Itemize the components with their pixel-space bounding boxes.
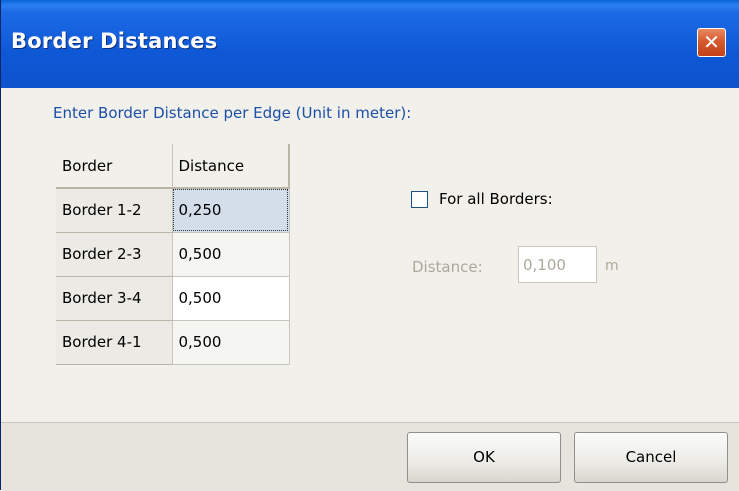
row-label-border-3-4: Border 3-4 xyxy=(56,276,173,321)
instruction-label: Enter Border Distance per Edge (Unit in … xyxy=(53,104,412,122)
row-label-border-4-1: Border 4-1 xyxy=(56,320,173,365)
table-row: Border 3-4 0,500 xyxy=(56,276,290,321)
table-row: Border 4-1 0,500 xyxy=(56,320,290,365)
all-borders-label[interactable]: For all Borders: xyxy=(439,190,553,208)
border-distances-dialog: Border Distances ✕ Enter Border Distance… xyxy=(0,0,739,491)
column-header-border[interactable]: Border xyxy=(56,144,173,189)
border-distance-table: Border Distance Border 1-2 0,250 Border … xyxy=(56,144,290,365)
distance-label: Distance: xyxy=(412,258,483,276)
title-bar[interactable]: Border Distances ✕ xyxy=(1,0,739,88)
table-row: Border 2-3 0,500 xyxy=(56,232,290,277)
table-header-row: Border Distance xyxy=(56,144,290,189)
row-label-border-1-2: Border 1-2 xyxy=(56,188,173,233)
distance-unit-label: m xyxy=(605,258,619,274)
ok-button[interactable]: OK xyxy=(407,432,561,483)
cancel-button[interactable]: Cancel xyxy=(574,432,728,483)
distance-input[interactable]: 0,100 xyxy=(518,246,597,283)
all-borders-option[interactable]: For all Borders: xyxy=(411,190,553,208)
dialog-title: Border Distances xyxy=(11,29,218,53)
table-row: Border 1-2 0,250 xyxy=(56,188,290,233)
all-borders-checkbox[interactable] xyxy=(411,190,428,208)
close-icon: ✕ xyxy=(703,30,720,54)
distance-cell-border-4-1[interactable]: 0,500 xyxy=(172,320,290,365)
distance-cell-border-1-2[interactable]: 0,250 xyxy=(172,188,290,233)
distance-cell-border-2-3[interactable]: 0,500 xyxy=(172,232,290,277)
column-header-distance[interactable]: Distance xyxy=(172,144,290,189)
row-label-border-2-3: Border 2-3 xyxy=(56,232,173,277)
distance-cell-border-3-4[interactable]: 0,500 xyxy=(172,276,290,321)
close-button[interactable]: ✕ xyxy=(697,28,726,57)
